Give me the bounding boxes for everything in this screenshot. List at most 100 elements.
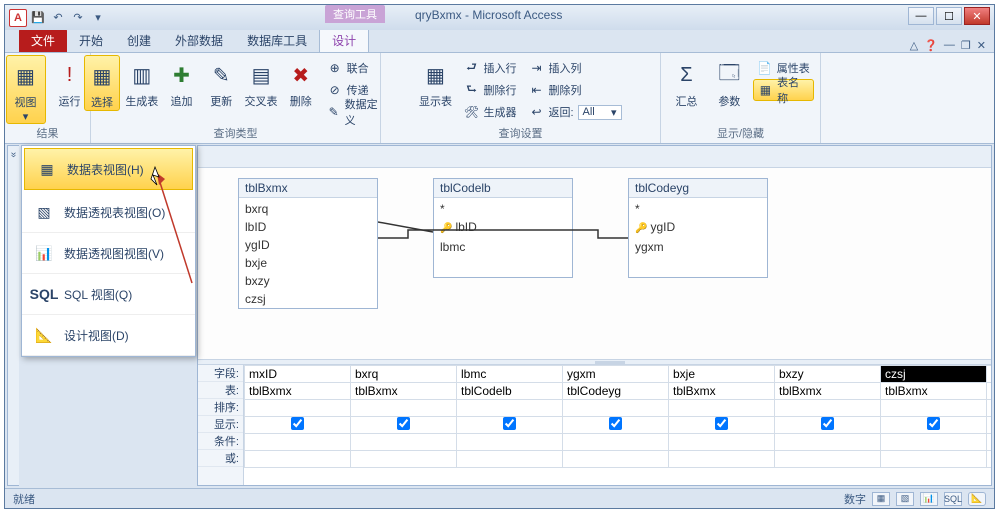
tab-create[interactable]: 创建: [115, 29, 163, 52]
deleterow-button[interactable]: ⮑删除行: [459, 79, 520, 101]
table-diagram-pane[interactable]: tblBxmx bxrq lbID ygID bxje bxzy czsj tb…: [198, 168, 991, 359]
field-star[interactable]: *: [440, 200, 566, 218]
grid-cell[interactable]: [563, 417, 669, 434]
field-key[interactable]: lbID: [440, 218, 566, 238]
menu-pivottable-view[interactable]: ▧数据透视表视图(O): [22, 192, 195, 233]
minimize-button[interactable]: —: [908, 7, 934, 25]
grid-cell[interactable]: tblBxmx: [669, 383, 775, 400]
field[interactable]: czsj: [245, 290, 371, 308]
show-checkbox[interactable]: [397, 417, 410, 430]
mdi-close-icon[interactable]: ✕: [977, 39, 986, 52]
grid-cell[interactable]: bxzy: [775, 366, 881, 383]
grid-cell[interactable]: czsj: [881, 366, 987, 383]
menu-datasheet-view[interactable]: ▦数据表视图(H): [24, 148, 193, 190]
datadef-button[interactable]: ✎数据定义: [323, 101, 387, 123]
grid-cell[interactable]: tblBxmx: [245, 383, 351, 400]
builder-button[interactable]: 🛠生成器: [459, 101, 520, 123]
undo-icon[interactable]: ↶: [49, 9, 67, 27]
grid-cell[interactable]: [351, 417, 457, 434]
grid-cell[interactable]: [457, 417, 563, 434]
tab-design[interactable]: 设计: [319, 28, 369, 52]
table-box-bxmx[interactable]: tblBxmx bxrq lbID ygID bxje bxzy czsj: [238, 178, 378, 309]
grid-cell[interactable]: [457, 400, 563, 417]
update-button[interactable]: ✎更新: [203, 55, 239, 109]
field[interactable]: ygID: [245, 236, 371, 254]
delete-query-button[interactable]: ✖删除: [283, 55, 319, 109]
params-button[interactable]: 🗔参数: [710, 55, 749, 109]
append-button[interactable]: ✚追加: [164, 55, 200, 109]
grid-cell[interactable]: [775, 451, 881, 468]
menu-sql-view[interactable]: SQLSQL 视图(Q): [22, 274, 195, 315]
show-checkbox[interactable]: [715, 417, 728, 430]
grid-cell[interactable]: tblCodelb: [457, 383, 563, 400]
view-pivot-icon[interactable]: ▧: [896, 492, 914, 506]
grid-cell[interactable]: [881, 434, 987, 451]
nav-pane-collapsed[interactable]: »: [7, 145, 19, 486]
grid-cell[interactable]: bxje: [669, 366, 775, 383]
deletecol-button[interactable]: ⇤删除列: [524, 79, 625, 101]
grid-cell[interactable]: [245, 451, 351, 468]
table-box-codeyg[interactable]: tblCodeyg * ygID ygxm: [628, 178, 768, 278]
grid-cell[interactable]: [775, 434, 881, 451]
insertrow-button[interactable]: ⮐插入行: [459, 57, 520, 79]
grid-cell[interactable]: [669, 434, 775, 451]
grid-cell[interactable]: [775, 417, 881, 434]
field[interactable]: bxzy: [245, 272, 371, 290]
grid-cell[interactable]: [563, 434, 669, 451]
view-button[interactable]: ▦ 视图▾: [6, 55, 46, 124]
grid-cell[interactable]: tblBxmx: [881, 383, 987, 400]
grid-cell[interactable]: [669, 451, 775, 468]
grid-cell[interactable]: tblBxmx: [351, 383, 457, 400]
workspace-tabstrip[interactable]: [198, 146, 991, 168]
field[interactable]: lbID: [245, 218, 371, 236]
view-datasheet-icon[interactable]: ▦: [872, 492, 890, 506]
save-icon[interactable]: 💾: [29, 9, 47, 27]
totals-button[interactable]: Σ汇总: [667, 55, 706, 109]
tablenames-button[interactable]: ▦表名称: [753, 79, 814, 101]
grid-cell[interactable]: [881, 451, 987, 468]
grid-cell[interactable]: [351, 434, 457, 451]
grid-cell[interactable]: [245, 417, 351, 434]
mdi-restore-icon[interactable]: ❐: [961, 39, 971, 52]
menu-design-view[interactable]: 📐设计视图(D): [22, 315, 195, 356]
tab-dbtools[interactable]: 数据库工具: [235, 29, 319, 52]
grid-cell[interactable]: ygxm: [563, 366, 669, 383]
field-star[interactable]: *: [635, 200, 761, 218]
grid-cell[interactable]: [457, 434, 563, 451]
menu-pivotchart-view[interactable]: 📊数据透视图视图(V): [22, 233, 195, 274]
insertcol-button[interactable]: ⇥插入列: [524, 57, 625, 79]
grid-cell[interactable]: [245, 400, 351, 417]
grid-cell[interactable]: [563, 451, 669, 468]
show-checkbox[interactable]: [503, 417, 516, 430]
view-sql-icon[interactable]: SQL: [944, 492, 962, 506]
view-chart-icon[interactable]: 📊: [920, 492, 938, 506]
select-query-button[interactable]: ▦选择: [84, 55, 120, 111]
qbe-grid[interactable]: mxIDbxrqlbmcygxmbxjebxzyczsjtblBxmxtblBx…: [244, 365, 991, 485]
field[interactable]: bxje: [245, 254, 371, 272]
field[interactable]: bxrq: [245, 200, 371, 218]
grid-cell[interactable]: [881, 417, 987, 434]
show-checkbox[interactable]: [291, 417, 304, 430]
grid-cell[interactable]: tblCodeyg: [563, 383, 669, 400]
close-button[interactable]: ✕: [964, 7, 990, 25]
maketable-button[interactable]: ▥生成表: [124, 55, 160, 109]
field-key[interactable]: ygID: [635, 218, 761, 238]
union-button[interactable]: ⊕联合: [323, 57, 387, 79]
grid-cell[interactable]: [775, 400, 881, 417]
field[interactable]: lbmc: [440, 238, 566, 256]
showtable-button[interactable]: ▦显示表: [415, 55, 455, 109]
grid-cell[interactable]: lbmc: [457, 366, 563, 383]
help-icon[interactable]: ❓: [924, 39, 938, 52]
show-checkbox[interactable]: [821, 417, 834, 430]
mdi-minimize-icon[interactable]: —: [944, 39, 955, 52]
table-box-codelb[interactable]: tblCodelb * lbID lbmc: [433, 178, 573, 278]
return-combo[interactable]: ↩返回:All▾: [524, 101, 625, 123]
grid-cell[interactable]: [245, 434, 351, 451]
grid-cell[interactable]: [563, 400, 669, 417]
tab-file[interactable]: 文件: [19, 29, 67, 52]
crosstab-button[interactable]: ▤交叉表: [243, 55, 279, 109]
grid-cell[interactable]: [351, 400, 457, 417]
grid-cell[interactable]: [669, 400, 775, 417]
grid-cell[interactable]: [351, 451, 457, 468]
tab-external[interactable]: 外部数据: [163, 29, 235, 52]
